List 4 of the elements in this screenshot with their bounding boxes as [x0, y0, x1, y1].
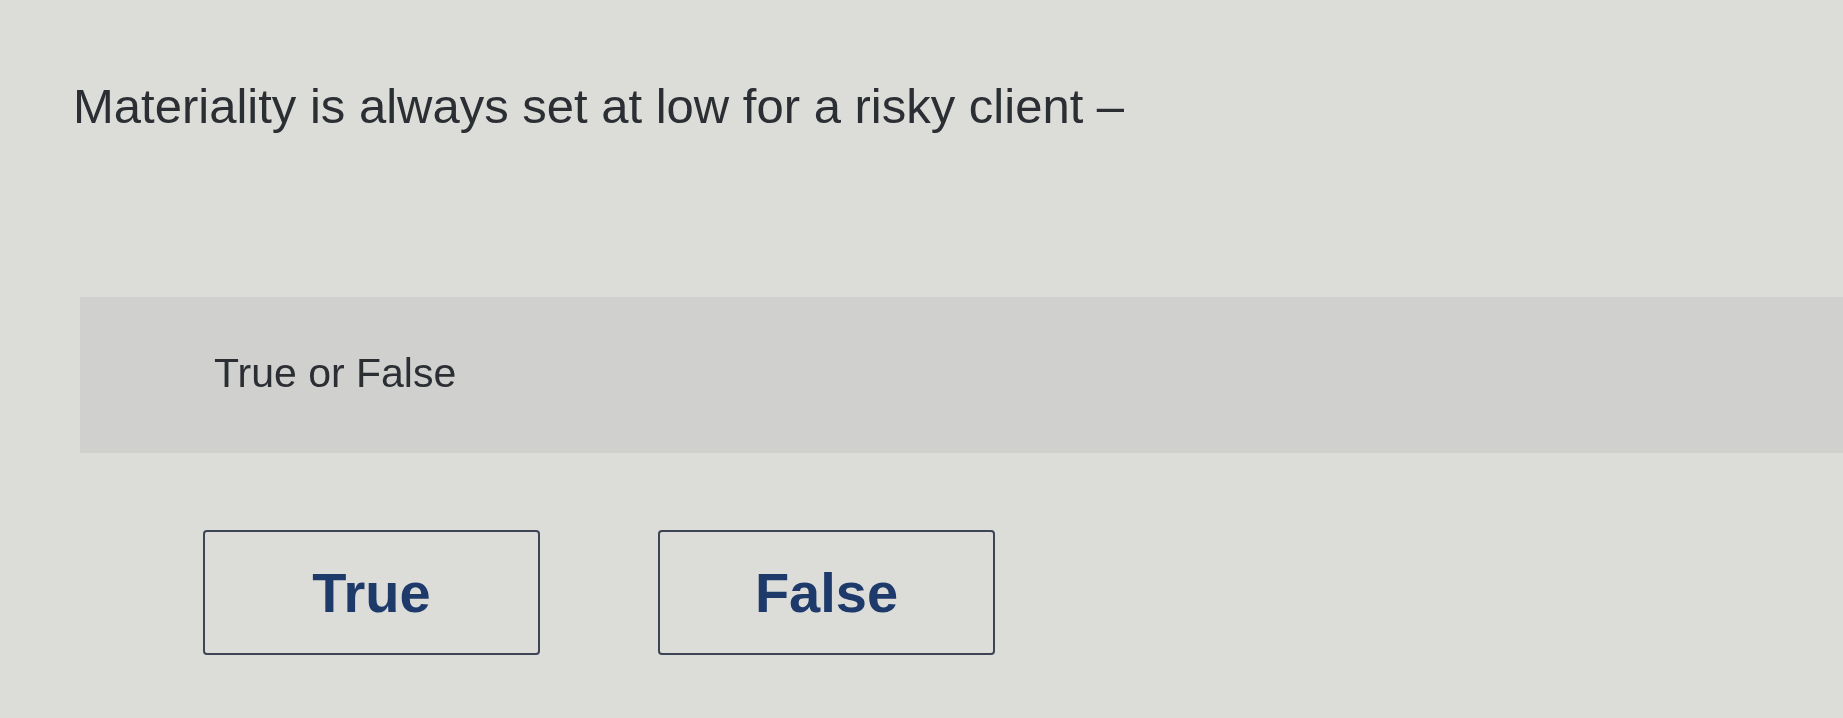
question-text: Materiality is always set at low for a risky client – — [73, 78, 1125, 135]
answer-button[interactable]: False — [658, 529, 995, 655]
prompt-text: True or False — [214, 348, 457, 398]
answer-button[interactable]: True — [203, 529, 540, 655]
